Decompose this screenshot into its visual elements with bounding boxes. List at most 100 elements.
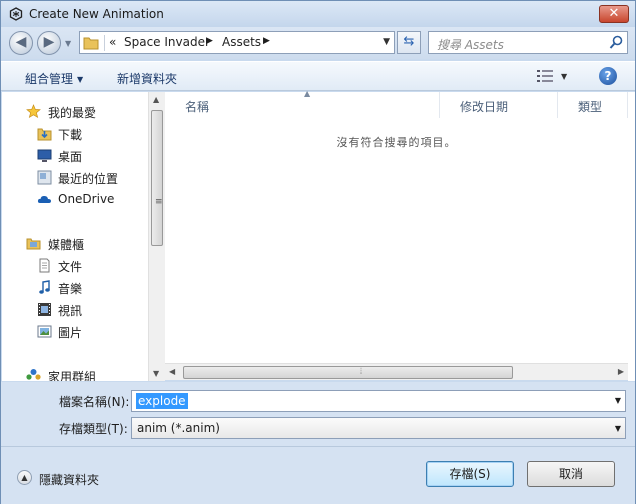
sidebar-item-label: 圖片 xyxy=(58,326,83,340)
search-icon[interactable] xyxy=(609,35,623,51)
footer-divider xyxy=(1,446,635,447)
sidebar-item-label: 我的最愛 xyxy=(48,106,97,120)
recent-places-icon xyxy=(37,170,52,185)
star-icon xyxy=(26,104,41,119)
breadcrumb-chevron-icon[interactable]: ▶ xyxy=(263,36,270,46)
breadcrumb-chevron-icon[interactable]: ▶ xyxy=(206,36,213,46)
picture-icon xyxy=(37,325,52,338)
chevron-down-icon: ▼ xyxy=(77,75,84,84)
filename-history-dropdown-icon[interactable]: ▼ xyxy=(615,396,621,405)
folder-icon xyxy=(83,37,99,50)
organize-menu[interactable]: 組合管理 ▼ xyxy=(25,70,83,87)
help-icon[interactable]: ? xyxy=(599,67,617,85)
scroll-left-icon[interactable]: ◀ xyxy=(169,367,175,376)
save-dialog-window: Create New Animation ✕ ◀ ▶ ▼ « Space Inv… xyxy=(0,0,636,504)
breadcrumb-assets[interactable]: Assets xyxy=(222,35,261,49)
chevron-up-icon: ▲ xyxy=(17,470,32,485)
sort-ascending-icon: ▲ xyxy=(304,89,311,98)
forward-button[interactable]: ▶ xyxy=(37,31,61,55)
column-header-label: 名稱 xyxy=(185,100,210,114)
refresh-icon: ⇆ xyxy=(403,34,415,49)
sidebar-item-desktop[interactable]: 桌面 xyxy=(2,145,148,165)
view-options-icon[interactable] xyxy=(537,70,553,82)
cloud-icon xyxy=(37,195,51,203)
column-header-name[interactable]: ▲ 名稱 xyxy=(165,89,440,118)
sidebar-item-downloads[interactable]: 下載 xyxy=(2,123,148,143)
pane-edge xyxy=(628,92,635,381)
sidebar-item-libraries[interactable]: 媒體櫃 xyxy=(2,233,148,253)
empty-list-message: 沒有符合搜尋的項目。 xyxy=(336,136,457,149)
sidebar-item-label: 桌面 xyxy=(58,150,83,164)
organize-label: 組合管理 xyxy=(25,72,74,86)
homegroup-icon xyxy=(26,369,41,380)
unity-icon xyxy=(9,7,23,21)
address-dropdown-icon[interactable]: ▼ xyxy=(383,37,390,47)
window-title: Create New Animation xyxy=(29,7,164,21)
navigation-bar: ◀ ▶ ▼ « Space Invader ▶ Assets ▶ ▼ ⇆ 搜尋 … xyxy=(1,27,635,59)
column-header-label: 類型 xyxy=(578,100,603,114)
filename-label: 檔案名稱(N): xyxy=(59,395,130,409)
sidebar-item-music[interactable]: 音樂 xyxy=(2,277,148,297)
video-icon xyxy=(38,303,51,316)
arrow-left-icon: ◀ xyxy=(15,34,27,50)
close-button[interactable]: ✕ xyxy=(599,5,629,23)
sidebar-item-label: 文件 xyxy=(58,260,83,274)
document-icon xyxy=(39,258,50,273)
sidebar-item-label: 家用群組 xyxy=(48,370,97,381)
scroll-thumb[interactable]: ⦙ xyxy=(183,366,513,379)
scroll-thumb[interactable]: ≡ xyxy=(151,110,163,246)
refresh-button[interactable]: ⇆ xyxy=(397,31,421,54)
title-bar[interactable]: Create New Animation ✕ xyxy=(1,1,635,27)
dialog-footer: 檔案名稱(N): explode ▼ 存檔類型(T): anim (*.anim… xyxy=(1,382,635,504)
chevron-down-icon[interactable]: ▼ xyxy=(615,424,621,433)
sidebar-item-favorites[interactable]: 我的最愛 xyxy=(2,101,148,121)
column-header-type[interactable]: 類型 xyxy=(558,92,628,118)
scroll-up-icon[interactable]: ▲ xyxy=(153,95,159,104)
music-icon xyxy=(39,280,50,294)
address-bar[interactable]: « Space Invader ▶ Assets ▶ ▼ xyxy=(79,31,395,54)
sidebar-item-onedrive[interactable]: OneDrive xyxy=(2,189,148,209)
sidebar-item-label: 最近的位置 xyxy=(58,172,119,186)
recent-pages-dropdown[interactable]: ▼ xyxy=(65,39,71,48)
navigation-pane-scrollbar[interactable]: ▲ ≡ ▼ xyxy=(148,92,165,381)
breadcrumb-space-invader[interactable]: Space Invader xyxy=(124,35,210,49)
filetype-value: anim (*.anim) xyxy=(137,421,220,435)
desktop-icon xyxy=(37,149,52,162)
cancel-button[interactable]: 取消 xyxy=(527,461,615,487)
file-list-pane[interactable]: ▲ 名稱 修改日期 類型 沒有符合搜尋的項目。 xyxy=(165,89,628,363)
filetype-select[interactable]: anim (*.anim) ▼ xyxy=(131,417,626,439)
address-separator xyxy=(104,35,105,51)
scroll-right-icon[interactable]: ▶ xyxy=(618,367,624,376)
sidebar-item-label: 媒體櫃 xyxy=(48,238,85,252)
sidebar-item-documents[interactable]: 文件 xyxy=(2,255,148,275)
filetype-label: 存檔類型(T): xyxy=(59,422,128,436)
search-placeholder: 搜尋 Assets xyxy=(437,38,504,52)
save-button[interactable]: 存檔(S) xyxy=(426,461,514,487)
column-header-label: 修改日期 xyxy=(460,100,509,114)
scroll-grip-icon: ⦙ xyxy=(360,367,363,377)
download-icon xyxy=(37,128,52,141)
arrow-right-icon: ▶ xyxy=(43,34,55,50)
search-box[interactable]: 搜尋 Assets xyxy=(428,31,628,54)
sidebar-item-label: 視訊 xyxy=(58,304,83,318)
view-options-dropdown[interactable]: ▼ xyxy=(561,72,567,81)
command-toolbar: 組合管理 ▼ 新增資料夾 ▼ ? xyxy=(1,61,635,91)
sidebar-item-label: 音樂 xyxy=(58,282,83,296)
scroll-down-icon[interactable]: ▼ xyxy=(153,369,159,378)
column-header-date-modified[interactable]: 修改日期 xyxy=(440,92,558,118)
navigation-pane: 我的最愛 下載 桌面 最近的位置 OneDrive 媒體櫃 文件 音樂 視訊 圖… xyxy=(2,92,148,381)
hide-folders-label: 隱藏資料夾 xyxy=(39,473,100,487)
new-folder-button[interactable]: 新增資料夾 xyxy=(117,70,177,87)
file-list-horizontal-scrollbar[interactable]: ◀ ⦙ ▶ xyxy=(165,363,628,380)
sidebar-item-videos[interactable]: 視訊 xyxy=(2,299,148,319)
scroll-grip-icon: ≡ xyxy=(155,197,163,207)
breadcrumb-overflow[interactable]: « xyxy=(109,35,116,49)
sidebar-item-label: OneDrive xyxy=(58,192,115,206)
sidebar-item-pictures[interactable]: 圖片 xyxy=(2,321,148,341)
back-button[interactable]: ◀ xyxy=(9,31,33,55)
sidebar-item-recent-places[interactable]: 最近的位置 xyxy=(2,167,148,187)
sidebar-item-label: 下載 xyxy=(58,128,83,142)
filename-field[interactable]: explode ▼ xyxy=(131,390,626,412)
filename-value[interactable]: explode xyxy=(136,393,188,409)
sidebar-item-homegroup[interactable]: 家用群組 xyxy=(2,365,148,381)
